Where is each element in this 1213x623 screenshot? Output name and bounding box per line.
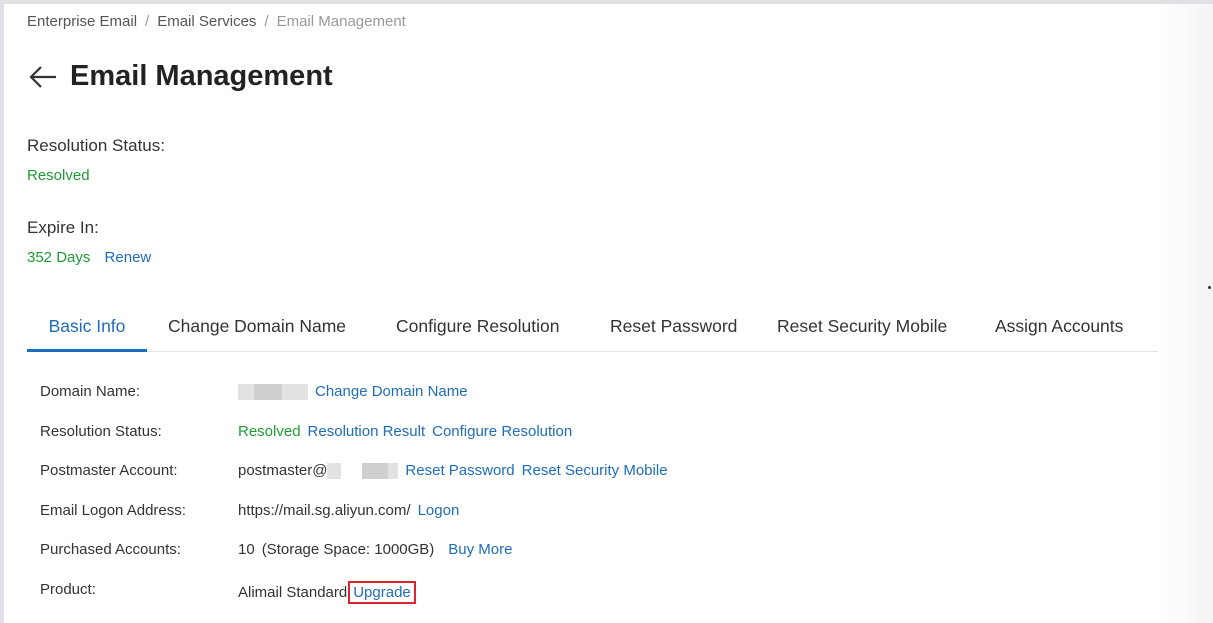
email-management-panel: Enterprise Email / Email Services / Emai…	[4, 4, 1213, 623]
postmaster-prefix: postmaster@	[238, 462, 328, 480]
resolution-status-label: Resolution Status:	[27, 136, 165, 155]
cursor-dot	[1208, 286, 1211, 289]
postmaster-value: postmaster@ Reset Password Reset Securit…	[238, 462, 675, 479]
tab-basic-info[interactable]: Basic Info	[27, 304, 147, 352]
reset-security-mobile-link[interactable]: Reset Security Mobile	[522, 462, 668, 479]
tab-configure-resolution[interactable]: Configure Resolution	[396, 304, 559, 352]
resolution-result-link[interactable]: Resolution Result	[308, 423, 426, 440]
tab-change-domain-name[interactable]: Change Domain Name	[168, 304, 346, 352]
resolution-status-row-label: Resolution Status:	[40, 422, 162, 440]
breadcrumb-email-services[interactable]: Email Services	[157, 13, 256, 30]
tab-assign-accounts[interactable]: Assign Accounts	[995, 304, 1123, 352]
logon-address-label: Email Logon Address:	[40, 501, 186, 519]
resolution-status-row-value: Resolved Resolution Result Configure Res…	[238, 423, 579, 440]
postmaster-label: Postmaster Account:	[40, 462, 178, 480]
logon-url: https://mail.sg.aliyun.com/	[238, 501, 411, 519]
storage-space: (Storage Space: 1000GB)	[261, 541, 435, 559]
page-header: Email Management	[28, 60, 333, 93]
product-label: Product:	[40, 580, 96, 598]
redacted-domain	[254, 383, 282, 400]
expire-in-value: 352 Days	[27, 249, 91, 266]
tab-reset-password[interactable]: Reset Password	[610, 304, 737, 352]
resolution-status-text: Resolved	[238, 422, 301, 440]
page-title: Email Management	[70, 60, 333, 92]
domain-name-label: Domain Name:	[40, 383, 141, 400]
breadcrumb-separator: /	[145, 13, 150, 30]
redacted-gap	[348, 462, 363, 479]
info-row-postmaster: Postmaster Account: postmaster@ Reset Pa…	[40, 458, 1140, 498]
change-domain-name-link[interactable]: Change Domain Name	[315, 383, 468, 400]
background-overlay	[1157, 4, 1213, 623]
product-value: Alimail Standard Upgrade	[238, 580, 423, 604]
redacted-domain	[362, 462, 389, 479]
account-count: 10	[238, 541, 255, 559]
purchased-accounts-label: Purchased Accounts:	[40, 541, 181, 559]
expire-in-label: Expire In:	[27, 218, 99, 237]
breadcrumb-current: Email Management	[276, 13, 406, 30]
upgrade-link[interactable]: Upgrade	[348, 580, 416, 604]
buy-more-link[interactable]: Buy More	[448, 541, 512, 558]
redacted-domain	[238, 383, 254, 400]
product-name: Alimail Standard	[238, 583, 348, 601]
renew-link[interactable]: Renew	[105, 249, 152, 266]
info-row-resolution-status: Resolution Status: Resolved Resolution R…	[40, 419, 1140, 459]
domain-name-value: Change Domain Name	[238, 383, 475, 400]
resolution-status-value: Resolved	[27, 167, 90, 184]
configure-resolution-link[interactable]: Configure Resolution	[432, 423, 572, 440]
info-row-domain-name: Domain Name: Change Domain Name	[40, 379, 1140, 419]
breadcrumb-separator: /	[264, 13, 269, 30]
redacted-domain	[282, 383, 308, 400]
tab-reset-security-mobile[interactable]: Reset Security Mobile	[777, 304, 947, 352]
tab-bar: Basic Info Change Domain Name Configure …	[27, 304, 1158, 352]
logon-address-value: https://mail.sg.aliyun.com/ Logon	[238, 502, 466, 519]
breadcrumb: Enterprise Email / Email Services / Emai…	[27, 13, 406, 30]
expire-in-row: 352 Days Renew	[27, 249, 151, 266]
redacted-domain	[388, 462, 399, 479]
redacted-domain	[327, 462, 342, 479]
reset-password-link[interactable]: Reset Password	[405, 462, 514, 479]
info-row-product: Product: Alimail Standard Upgrade	[40, 577, 1140, 617]
arrow-left-icon[interactable]	[28, 62, 58, 92]
breadcrumb-enterprise-email[interactable]: Enterprise Email	[27, 13, 137, 30]
purchased-accounts-value: 10 (Storage Space: 1000GB) Buy More	[238, 541, 520, 558]
logon-link[interactable]: Logon	[418, 502, 460, 519]
info-row-purchased-accounts: Purchased Accounts: 10 (Storage Space: 1…	[40, 537, 1140, 577]
basic-info-table: Domain Name: Change Domain Name Resoluti…	[40, 379, 1140, 617]
info-row-logon-address: Email Logon Address: https://mail.sg.ali…	[40, 498, 1140, 538]
